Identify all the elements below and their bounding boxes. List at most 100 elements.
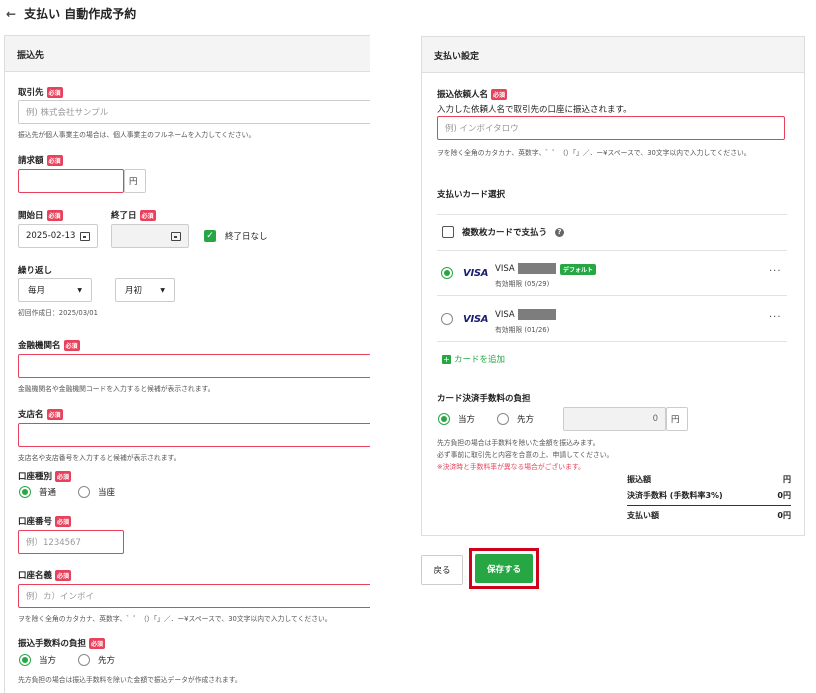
card-1-radio[interactable] [441, 267, 453, 279]
account-type-checking-radio[interactable] [78, 486, 91, 498]
start-date-input[interactable]: 2025-02-13 [18, 224, 98, 248]
branch-input[interactable] [18, 423, 370, 447]
payee-panel: 振込先 取引先 必須 例) 株式会社サンプル 振込先が個人事業主の場合は、個人事… [4, 35, 370, 693]
required-badge: 必須 [89, 637, 106, 649]
start-date-value: 2025-02-13 [26, 231, 76, 241]
amount-label: 請求額 必須 [18, 154, 63, 166]
no-end-date-label: 終了日なし [225, 232, 268, 242]
card-fee-unit: 円 [666, 407, 688, 431]
requester-name-input[interactable]: 例) インボイタロウ [437, 116, 785, 140]
card-option-1[interactable]: VISA VISA デフォルト 有効期限 (05/29) ··· [441, 263, 787, 293]
payment-settings-panel: 支払い設定 振込依頼人名 必須 入力した依頼人名で取引先の口座に振込されます。 … [421, 36, 805, 536]
card-fee-ours-radio[interactable] [438, 413, 450, 425]
repeat-frequency-select[interactable]: 毎月 ▼ [18, 278, 92, 302]
card-2-radio[interactable] [441, 313, 453, 325]
calendar-icon[interactable] [80, 231, 90, 241]
card-1-name: VISA [495, 263, 556, 274]
save-button[interactable]: 保存する [475, 554, 533, 583]
divider [437, 250, 787, 251]
required-badge: 必須 [139, 209, 156, 221]
required-badge: 必須 [55, 470, 72, 482]
account-name-input[interactable]: 例）カ）インボイ [18, 584, 370, 608]
summary-row-fee: 決済手数料 (手数料率3%) 0円 [627, 490, 791, 503]
summary-divider [627, 505, 791, 506]
back-arrow-icon[interactable]: ← [6, 7, 16, 21]
add-card-link[interactable]: + カードを追加 [442, 353, 505, 365]
card-fee-theirs-radio[interactable] [497, 413, 510, 425]
masked-card-number [517, 263, 556, 274]
summary-label: 振込額 [627, 475, 651, 484]
transfer-fee-ours-radio[interactable] [19, 654, 31, 666]
card-fee-hint-2: 必ず事前に取引先と内容を合意の上、申請してください。 [437, 451, 614, 459]
transfer-fee-label: 振込手数料の負担 必須 [18, 637, 106, 649]
divider [437, 214, 787, 215]
no-end-date-checkbox[interactable]: ✓ 終了日なし [204, 230, 268, 242]
repeat-label: 繰り返し [18, 266, 53, 276]
account-type-ordinary-radio[interactable] [19, 486, 31, 498]
amount-input[interactable] [18, 169, 124, 193]
requester-name-label-text: 振込依頼人名 [437, 90, 489, 100]
transfer-fee-theirs-label: 先方 [98, 656, 116, 666]
transfer-fee-ours-label: 当方 [39, 656, 57, 666]
payee-panel-header: 振込先 [5, 36, 370, 72]
visa-logo-icon: VISA [463, 314, 489, 325]
plus-icon: + [442, 354, 451, 364]
account-type-radio-group: 普通 当座 [19, 486, 115, 498]
check-icon[interactable]: ✓ [204, 230, 216, 242]
amount-unit: 円 [124, 169, 146, 193]
account-type-label-text: 口座種別 [18, 472, 53, 482]
multi-card-label: 複数枚カードで支払う [462, 228, 548, 238]
calendar-icon[interactable] [171, 231, 181, 241]
required-badge: 必須 [55, 515, 72, 527]
card-option-2[interactable]: VISA VISA 有効期限 (01/26) ··· [441, 309, 787, 339]
repeat-day-value: 月初 [125, 286, 143, 296]
card-select-label: 支払いカード選択 [437, 190, 506, 200]
required-badge: 必須 [46, 154, 63, 166]
payment-summary: 振込額 円 決済手数料 (手数料率3%) 0円 支払い額 0円 [627, 474, 791, 523]
card-fee-hint-1: 先方負担の場合は手数料を除いた金額を振込みます。 [437, 439, 600, 447]
multi-card-checkbox[interactable]: 複数枚カードで支払う ? [442, 226, 565, 238]
card-fee-ours-label: 当方 [458, 415, 476, 425]
caret-down-icon: ▼ [77, 286, 82, 294]
divider [437, 295, 787, 296]
payee-label-text: 取引先 [18, 88, 44, 98]
required-badge: 必須 [63, 339, 80, 351]
back-button[interactable]: 戻る [421, 555, 463, 585]
card-2-name: VISA [495, 309, 556, 320]
summary-label: 決済手数料 (手数料率3%) [627, 491, 723, 500]
more-options-icon[interactable]: ··· [769, 266, 782, 277]
start-date-label-text: 開始日 [18, 211, 44, 221]
card-fee-amount-input[interactable]: 0 [563, 407, 666, 431]
bank-label-text: 金融機関名 [18, 341, 61, 351]
card-2-expiry: 有効期限 (01/26) [495, 326, 550, 334]
bank-label: 金融機関名 必須 [18, 339, 80, 351]
payee-label: 取引先 必須 [18, 86, 63, 98]
caret-down-icon: ▼ [160, 286, 165, 294]
start-date-label: 開始日 必須 [18, 209, 63, 221]
help-icon[interactable]: ? [555, 227, 565, 237]
repeat-day-select[interactable]: 月初 ▼ [115, 278, 175, 302]
account-name-hint: ヲを除く全角のカタカナ、英数字、゛゜（）「」／．ー¥スペースで、30文字以内で入… [18, 615, 332, 623]
summary-label: 支払い額 [627, 511, 659, 520]
card-fee-label: カード決済手数料の負担 [437, 394, 531, 404]
summary-row-transfer: 振込額 円 [627, 474, 791, 487]
summary-value: 0円 [777, 491, 791, 500]
required-badge: 必須 [46, 209, 63, 221]
card-fee-warning: ※決済時と手数料率が異なる場合がございます。 [437, 463, 585, 471]
checkbox-icon[interactable] [442, 226, 454, 238]
end-date-label-text: 終了日 [111, 211, 137, 221]
transfer-fee-theirs-radio[interactable] [78, 654, 91, 666]
account-number-label-text: 口座番号 [18, 517, 53, 527]
branch-hint: 支店名や支店番号を入力すると候補が表示されます。 [18, 454, 181, 462]
payee-input[interactable]: 例) 株式会社サンプル [18, 100, 370, 124]
transfer-fee-label-text: 振込手数料の負担 [18, 639, 87, 649]
bank-input[interactable] [18, 354, 370, 378]
requester-name-label: 振込依頼人名 必須 [437, 88, 508, 100]
account-type-checking-label: 当座 [98, 488, 116, 498]
account-number-input[interactable]: 例）1234567 [18, 530, 124, 554]
card-1-expiry: 有効期限 (05/29) [495, 280, 550, 288]
branch-label: 支店名 必須 [18, 408, 63, 420]
end-date-input[interactable] [111, 224, 189, 248]
more-options-icon[interactable]: ··· [769, 312, 782, 323]
required-badge: 必須 [491, 88, 508, 100]
